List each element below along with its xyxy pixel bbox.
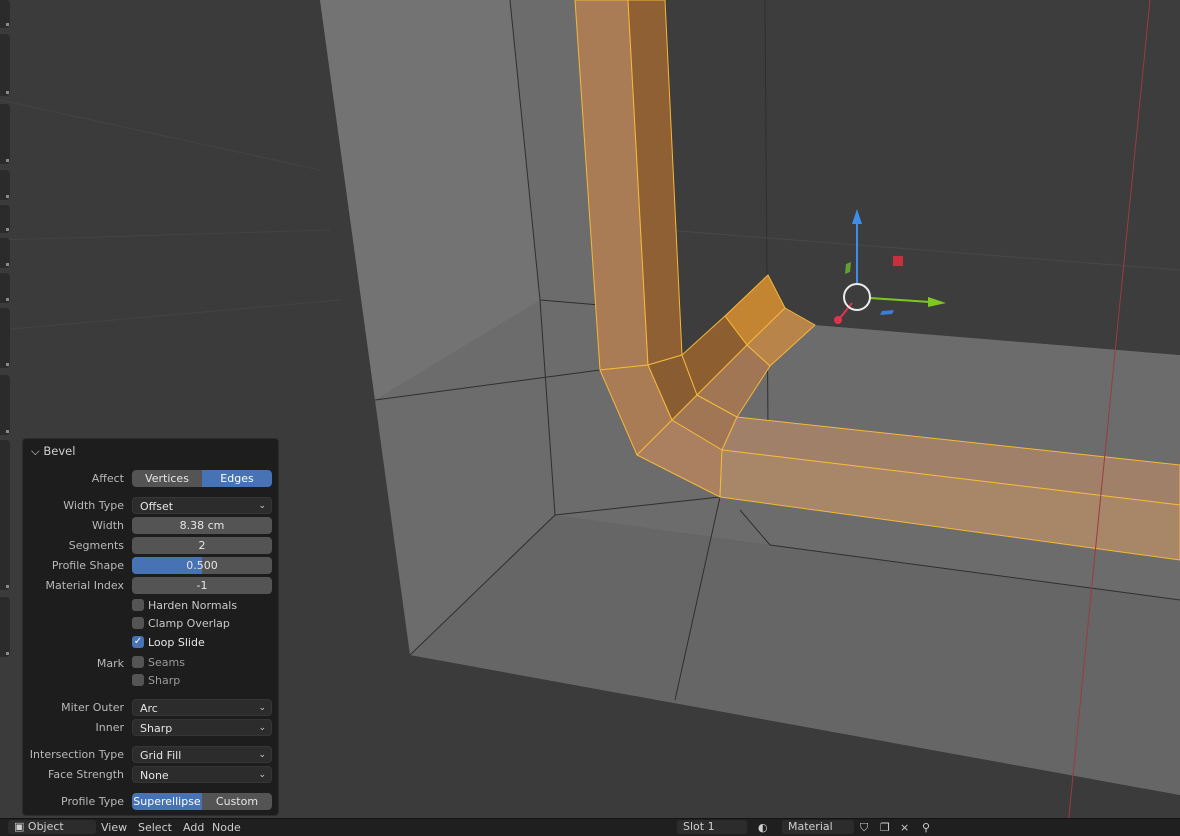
tool-knife-button[interactable]	[0, 308, 10, 368]
profile-shape-value: 0.500	[186, 559, 218, 572]
loop-slide-checkbox[interactable]: ✓ Loop Slide	[23, 635, 280, 653]
tool-annotate-button[interactable]	[0, 104, 10, 164]
material-index-field[interactable]: -1	[132, 577, 272, 594]
panel-header[interactable]: ⌵ Bevel	[31, 444, 75, 459]
sharp-label: Sharp	[148, 674, 181, 687]
mark-label: Mark	[96, 657, 124, 670]
tool-shelf	[0, 0, 11, 818]
intersection-type-value: Grid Fill	[140, 749, 182, 762]
clamp-overlap-label: Clamp Overlap	[148, 617, 230, 630]
chevron-down-icon: ⌄	[258, 770, 266, 780]
material-label: Material	[788, 820, 833, 833]
slot-label: Slot 1	[683, 820, 715, 833]
affect-edges-button[interactable]: Edges	[202, 470, 272, 487]
harden-normals-checkbox[interactable]: Harden Normals	[23, 598, 280, 616]
tool-inset-button[interactable]	[0, 205, 10, 233]
chevron-down-icon: ⌄	[258, 750, 266, 760]
profile-superellipse-button[interactable]: Superellipse	[132, 793, 202, 810]
checkbox-icon	[132, 599, 144, 611]
fake-user-icon[interactable]: ⛉	[860, 821, 868, 834]
inner-label: Inner	[95, 721, 124, 734]
chevron-down-icon: ⌄	[258, 703, 266, 713]
copy-icon[interactable]: ❐	[880, 821, 890, 834]
mode-label: Object	[27, 820, 64, 833]
chevron-down-icon: ⌵	[31, 444, 40, 458]
inner-miter-dropdown[interactable]: Sharp ⌄	[132, 719, 272, 736]
material-index-label: Material Index	[45, 579, 124, 592]
checkbox-icon	[132, 617, 144, 629]
width-label: Width	[92, 519, 124, 532]
tool-rip-button[interactable]	[0, 597, 10, 657]
profile-shape-slider[interactable]: 0.500	[132, 557, 272, 574]
slot-dropdown[interactable]: Slot 1	[677, 820, 747, 834]
miter-outer-label: Miter Outer	[61, 701, 124, 714]
face-strength-value: None	[140, 769, 169, 782]
harden-normals-label: Harden Normals	[148, 599, 238, 612]
loop-slide-label: Loop Slide	[148, 636, 205, 649]
miter-outer-dropdown[interactable]: Arc ⌄	[132, 699, 272, 716]
panel-title: Bevel	[43, 444, 76, 458]
segments-label: Segments	[68, 539, 124, 552]
tool-move-button[interactable]	[0, 34, 10, 96]
width-field[interactable]: 8.38 cm	[132, 517, 272, 534]
seams-label: Seams	[148, 656, 185, 669]
width-type-dropdown[interactable]: Offset ⌄	[132, 497, 272, 514]
intersection-type-dropdown[interactable]: Grid Fill ⌄	[132, 746, 272, 763]
clamp-overlap-checkbox[interactable]: Clamp Overlap	[23, 616, 280, 634]
tool-bevel-button[interactable]	[0, 238, 10, 268]
menu-select[interactable]: Select	[138, 821, 172, 834]
face-strength-label: Face Strength	[48, 768, 124, 781]
tool-extrude-button[interactable]	[0, 170, 10, 200]
close-icon[interactable]: ×	[900, 821, 909, 834]
miter-outer-value: Arc	[140, 702, 158, 715]
inner-value: Sharp	[140, 722, 173, 735]
affect-label: Affect	[91, 472, 124, 485]
profile-shape-label: Profile Shape	[51, 559, 124, 572]
material-sphere-icon: ◐	[758, 821, 768, 834]
profile-custom-button[interactable]: Custom	[202, 793, 272, 810]
menu-view[interactable]: View	[101, 821, 127, 834]
mark-sharp-checkbox[interactable]: Sharp	[23, 673, 280, 691]
bevel-operator-panel: ⌵ Bevel Affect Vertices Edges Width Type…	[22, 438, 279, 816]
material-selector[interactable]: Material	[782, 820, 854, 834]
pin-icon[interactable]: ⚲	[922, 821, 930, 834]
editor-type-icon: ▣	[14, 820, 25, 833]
width-type-value: Offset	[140, 500, 174, 513]
tool-spin-button[interactable]	[0, 375, 10, 435]
segments-field[interactable]: 2	[132, 537, 272, 554]
chevron-down-icon: ⌄	[258, 501, 266, 511]
checkbox-icon	[132, 656, 144, 668]
checkmark-icon: ✓	[132, 636, 144, 648]
profile-type-label: Profile Type	[61, 795, 124, 808]
tool-loopcut-button[interactable]	[0, 273, 10, 303]
affect-vertices-button[interactable]: Vertices	[132, 470, 202, 487]
width-type-label: Width Type	[63, 499, 124, 512]
menu-node[interactable]: Node	[212, 821, 241, 834]
chevron-down-icon: ⌄	[258, 723, 266, 733]
tool-shrink-button[interactable]	[0, 440, 10, 590]
checkbox-icon	[132, 674, 144, 686]
menu-add[interactable]: Add	[183, 821, 204, 834]
intersection-type-label: Intersection Type	[29, 748, 124, 761]
editor-mode-dropdown[interactable]: ▣ Object	[8, 820, 96, 834]
face-strength-dropdown[interactable]: None ⌄	[132, 766, 272, 783]
tool-cursor-button[interactable]	[0, 0, 10, 28]
shader-editor-header: ▣ Object View Select Add Node Slot 1 ◐ M…	[0, 818, 1180, 836]
